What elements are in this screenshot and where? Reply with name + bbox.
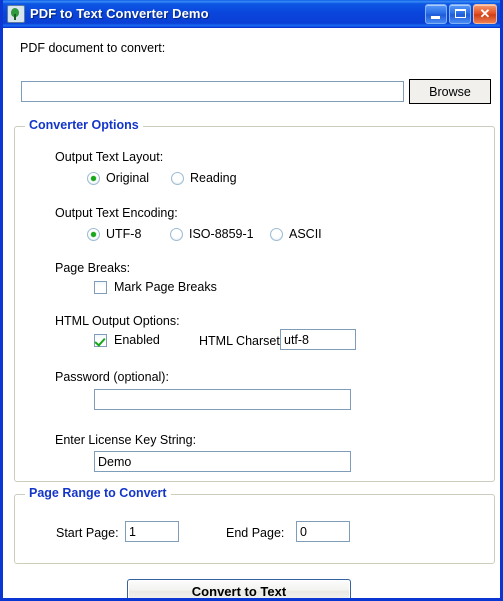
minimize-icon [431,15,440,19]
html-charset-label: HTML Charset: [199,334,284,348]
window-controls: ✕ [425,3,497,24]
output-text-encoding-label: Output Text Encoding: [55,206,178,220]
radio-encoding-utf8[interactable]: UTF-8 [87,227,141,241]
radio-off-icon [270,227,283,241]
password-input[interactable] [94,389,351,410]
start-page-input[interactable] [125,521,179,542]
radio-layout-reading[interactable]: Reading [171,171,237,185]
end-page-label: End Page: [226,526,285,540]
file-path-input[interactable] [21,81,404,102]
radio-encoding-iso88591[interactable]: ISO-8859-1 [170,227,254,241]
radio-encoding-iso88591-label: ISO-8859-1 [189,227,254,241]
radio-layout-reading-label: Reading [190,171,237,185]
convert-to-text-button[interactable]: Convert to Text [127,579,351,598]
html-output-options-label: HTML Output Options: [55,314,180,328]
end-page-input[interactable] [296,521,350,542]
radio-on-icon [87,171,100,185]
radio-off-icon [170,227,183,241]
converter-options-group: Converter Options Output Text Layout: Or… [14,118,495,482]
page-range-group: Page Range to Convert Start Page: End Pa… [14,486,495,564]
checkbox-html-enabled-label: Enabled [114,333,160,347]
output-text-layout-label: Output Text Layout: [55,150,164,164]
start-page-label: Start Page: [56,526,119,540]
close-icon: ✕ [479,6,491,21]
license-key-input[interactable] [94,451,351,472]
minimize-button[interactable] [425,3,447,24]
radio-off-icon [171,171,184,185]
app-pdf-icon [7,4,25,23]
license-key-label: Enter License Key String: [55,433,197,447]
checkbox-on-icon [94,333,107,347]
file-path-label: PDF document to convert: [20,41,166,55]
checkbox-mark-page-breaks[interactable]: Mark Page Breaks [94,280,217,294]
window-title: PDF to Text Converter Demo [30,6,209,21]
maximize-button[interactable] [449,3,471,24]
maximize-icon [455,8,466,18]
radio-encoding-utf8-label: UTF-8 [106,227,142,241]
radio-encoding-ascii[interactable]: ASCII [270,227,322,241]
page-breaks-label: Page Breaks: [55,261,131,275]
radio-layout-original-label: Original [106,171,150,185]
page-range-legend: Page Range to Convert [25,486,171,500]
radio-encoding-ascii-label: ASCII [289,227,322,241]
checkbox-html-enabled[interactable]: Enabled [94,333,160,347]
close-button[interactable]: ✕ [473,3,497,24]
checkbox-mark-page-breaks-label: Mark Page Breaks [114,280,217,294]
password-label: Password (optional): [55,370,169,384]
browse-button[interactable]: Browse [409,79,491,104]
html-charset-input[interactable] [280,329,356,350]
radio-on-icon [87,227,100,241]
converter-options-legend: Converter Options [25,118,143,132]
checkbox-off-icon [94,280,107,294]
title-bar: PDF to Text Converter Demo ✕ [3,0,500,28]
radio-layout-original[interactable]: Original [87,171,149,185]
client-area: PDF document to convert: Browse Converte… [3,28,500,598]
application-window: PDF to Text Converter Demo ✕ PDF documen… [0,0,503,601]
